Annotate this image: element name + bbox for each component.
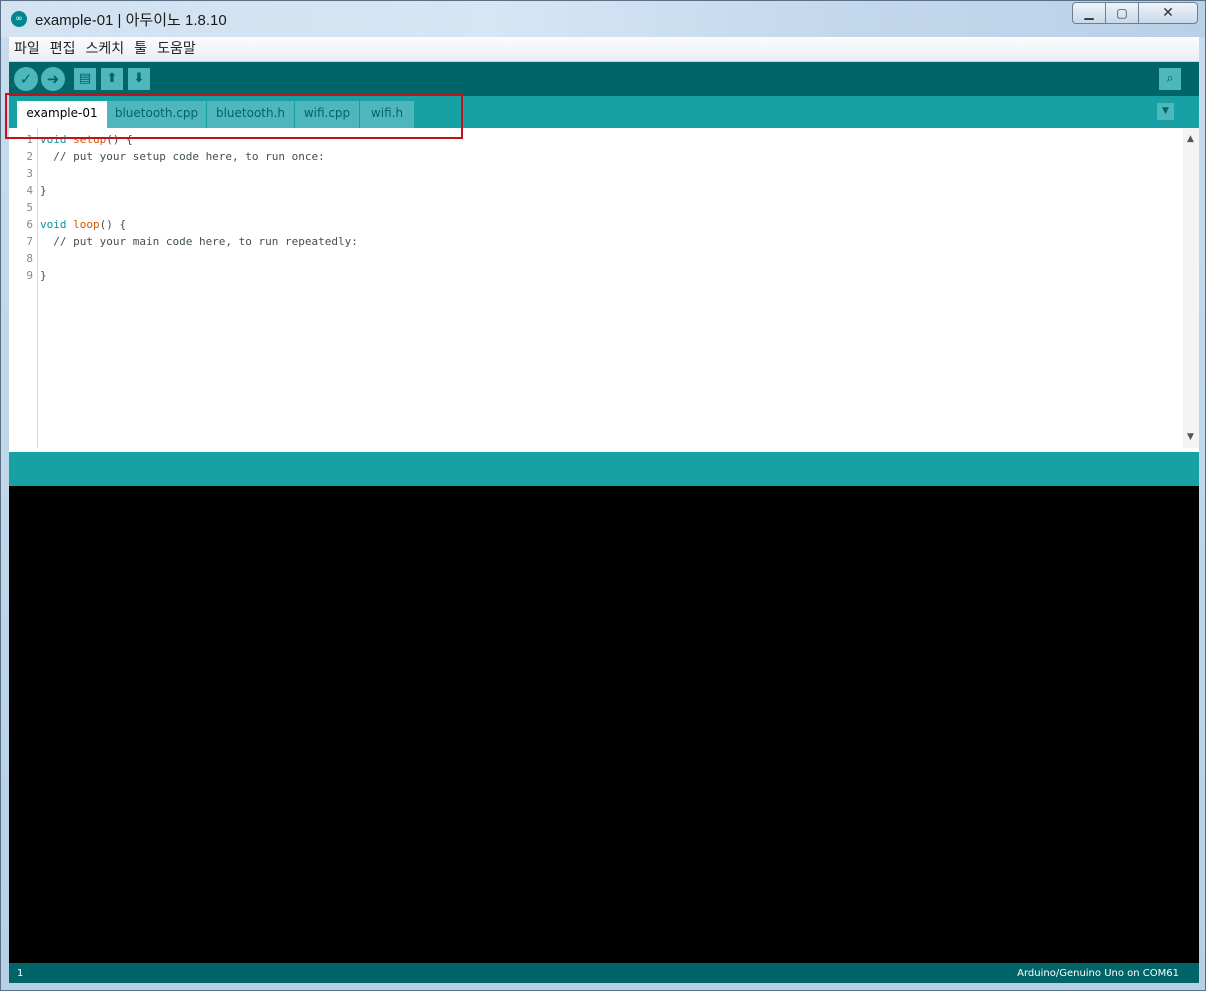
code-line: // put your main code here, to run repea…: [40, 235, 358, 248]
tab-menu-icon[interactable]: ▼: [1157, 103, 1174, 120]
line-number: 1: [26, 133, 33, 146]
code-line: }: [40, 184, 47, 197]
menu-bar: 파일 편집 스케치 툴 도움말: [9, 37, 1199, 62]
vertical-scrollbar[interactable]: [1183, 128, 1199, 448]
tab-example-01[interactable]: example-01: [17, 101, 107, 128]
message-area: [9, 452, 1199, 486]
open-sketch-icon[interactable]: ⬆: [101, 68, 123, 90]
status-bar: 1 Arduino/Genuino Uno on COM61: [9, 963, 1199, 983]
window-title: example-01 | 아두이노 1.8.10: [35, 12, 227, 29]
scroll-down-icon[interactable]: ▼: [1187, 432, 1194, 442]
code-line: void loop() {: [40, 218, 127, 231]
line-number: 8: [26, 252, 33, 265]
verify-icon[interactable]: ✓: [14, 67, 38, 91]
toolbar: ✓ ➜ ▤ ⬆ ⬇ ⌕: [9, 62, 1199, 96]
serial-monitor-icon[interactable]: ⌕: [1159, 68, 1181, 90]
line-number: 2: [26, 150, 33, 163]
menu-sketch[interactable]: 스케치: [81, 37, 130, 61]
tab-wifi-h[interactable]: wifi.h: [360, 101, 414, 128]
line-number: 5: [26, 201, 33, 214]
menu-help[interactable]: 도움말: [152, 37, 201, 61]
code-line: void setup() {: [40, 133, 133, 146]
output-console[interactable]: [9, 486, 1199, 963]
title-bar[interactable]: ∞ example-01 | 아두이노 1.8.10 ▁ ▢ ✕: [1, 1, 1205, 37]
menu-file[interactable]: 파일: [9, 37, 45, 61]
code-line: // put your setup code here, to run once…: [40, 150, 325, 163]
menu-edit[interactable]: 편집: [45, 37, 81, 61]
line-number: 3: [26, 167, 33, 180]
line-number: 4: [26, 184, 33, 197]
minimize-button[interactable]: ▁: [1072, 2, 1106, 24]
code-line: }: [40, 269, 47, 282]
tab-bluetooth-cpp[interactable]: bluetooth.cpp: [107, 101, 206, 128]
menu-tools[interactable]: 툴: [129, 37, 152, 61]
tab-bar: example-01 bluetooth.cpp bluetooth.h wif…: [9, 96, 1199, 128]
scroll-up-icon[interactable]: ▲: [1187, 134, 1194, 144]
close-button[interactable]: ✕: [1138, 2, 1198, 24]
line-number: 9: [26, 269, 33, 282]
code-editor[interactable]: 1 2 3 4 5 6 7 8 9 void setup() { // put …: [9, 128, 1199, 452]
tab-bluetooth-h[interactable]: bluetooth.h: [207, 101, 294, 128]
line-number: 7: [26, 235, 33, 248]
line-number-gutter: 1 2 3 4 5 6 7 8 9: [9, 128, 38, 448]
line-number: 6: [26, 218, 33, 231]
new-sketch-icon[interactable]: ▤: [74, 68, 96, 90]
save-sketch-icon[interactable]: ⬇: [128, 68, 150, 90]
arduino-ide-window: ∞ example-01 | 아두이노 1.8.10 ▁ ▢ ✕ 파일 편집 스케치…: [0, 0, 1206, 991]
upload-icon[interactable]: ➜: [41, 67, 65, 91]
arduino-logo-icon: ∞: [11, 11, 27, 27]
tab-wifi-cpp[interactable]: wifi.cpp: [295, 101, 359, 128]
status-board-port: Arduino/Genuino Uno on COM61: [1017, 968, 1179, 979]
maximize-button[interactable]: ▢: [1105, 2, 1139, 24]
status-line-number: 1: [17, 968, 24, 979]
